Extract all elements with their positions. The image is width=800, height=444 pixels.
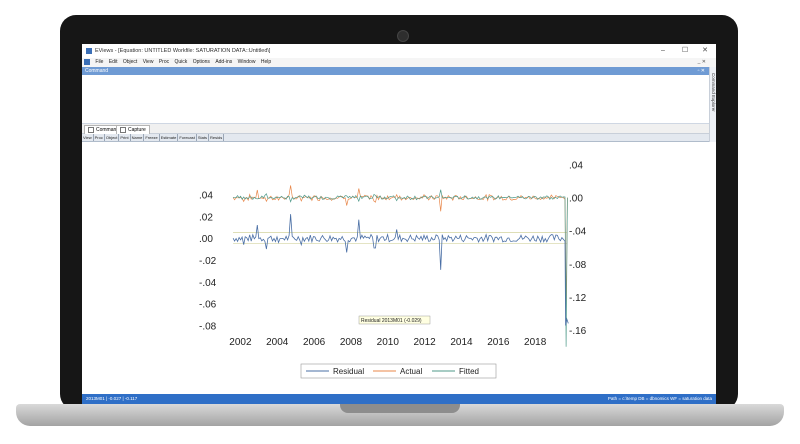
right-axis-tick: -.04 [569,227,587,238]
mdi-window-controls[interactable]: _ ✕ [698,58,706,67]
left-axis-tick: -.08 [199,322,217,333]
menu-object[interactable]: Object [123,58,137,67]
status-bar: 2013M01 | -0.027 | -0.117 Path = c:\temp… [82,394,716,404]
tooltip-text: Residual 2013M01 (-0.029) [361,318,422,324]
left-axis-tick: -.02 [199,256,217,267]
equation-toolbar: View Proc Object Print Name Freeze Estimate For… [82,134,709,142]
laptop-notch [340,404,460,413]
legend-label-fitted: Fitted [459,367,479,376]
x-axis-tick: 2012 [414,337,437,348]
command-explorer-panel[interactable]: Command Explorer [709,67,716,153]
toolbar-stats-button[interactable]: Stats [197,134,210,141]
command-pane-controls[interactable]: ▫ ✕ [698,67,705,75]
command-tab-icon [88,126,94,133]
x-axis-tick: 2004 [266,337,289,348]
minimize-button[interactable]: – [652,44,674,58]
right-axis-tick: -.08 [569,260,587,271]
title-bar: EViews - [Equation: UNTITLED Workfile: S… [82,44,716,58]
toolbar-estimate-button[interactable]: Estimate [160,134,179,141]
menu-file[interactable]: File [95,58,103,67]
webcam [397,30,409,42]
menu-quick[interactable]: Quick [175,58,188,67]
toolbar-print-button[interactable]: Print [119,134,131,141]
eviews-app-icon [86,48,92,54]
menu-options[interactable]: Options [193,58,210,67]
right-axis-tick: .04 [569,160,583,171]
toolbar-object-button[interactable]: Object [105,134,120,141]
left-axis-tick: -.06 [199,300,217,311]
capture-tab-icon [120,126,126,133]
left-axis-tick: -.04 [199,278,217,289]
x-axis-tick: 2018 [524,337,547,348]
tab-capture-label: Capture [128,127,146,133]
menu-proc[interactable]: Proc [159,58,169,67]
legend-label-actual: Actual [400,367,422,376]
maximize-button[interactable]: ☐ [674,44,696,58]
toolbar-forecast-button[interactable]: Forecast [178,134,197,141]
right-axis-tick: -.16 [569,326,587,337]
toolbar-proc-button[interactable]: Proc [94,134,105,141]
toolbar-resids-button[interactable]: Resids [209,134,225,141]
data-tooltip: Residual 2013M01 (-0.029) [358,315,431,325]
chart-legend: Residual Actual Fitted [300,363,497,379]
left-axis-tick: .02 [199,212,213,223]
menu-view[interactable]: View [143,58,154,67]
x-axis-tick: 2008 [340,337,363,348]
left-axis-tick: .04 [199,190,213,201]
toolbar-name-button[interactable]: Name [131,134,145,141]
x-axis-tick: 2016 [487,337,510,348]
status-left: 2013M01 | -0.027 | -0.117 [86,396,138,401]
x-axis-tick: 2006 [303,337,326,348]
right-axis-tick: -.12 [569,293,587,304]
series-residual-line [232,214,569,326]
menu-bar: File Edit Object View Proc Quick Options… [82,58,716,67]
toolbar-view-button[interactable]: View [82,134,94,141]
residual-chart-svg: .04 .00 -.04 -.08 -.12 -.16 .04 .02 .00 -.02 -.04… [199,160,587,379]
close-button[interactable]: ✕ [694,44,716,58]
left-axis-tick: .00 [199,234,213,245]
window-title: EViews - [Equation: UNTITLED Workfile: S… [95,48,271,54]
menu-add-ins[interactable]: Add-ins [215,58,232,67]
legend-label-residual: Residual [333,367,364,376]
command-explorer-label: Command Explorer [711,73,716,112]
menu-edit[interactable]: Edit [109,58,118,67]
x-axis-tick: 2010 [377,337,400,348]
command-pane-title: Command [85,68,109,74]
document-menu-icon[interactable] [84,58,90,65]
eviews-window: EViews - [Equation: UNTITLED Workfile: S… [82,44,716,404]
command-input[interactable] [82,75,709,124]
status-right: Path = c:\temp DB = dbnomics WF = satura… [607,396,712,401]
series-actual-line [232,185,568,314]
right-axis-tick: .00 [569,194,583,205]
toolbar-freeze-button[interactable]: Freeze [144,134,160,141]
menu-window[interactable]: Window [238,58,256,67]
x-axis-tick: 2014 [450,337,473,348]
menu-help[interactable]: Help [261,58,271,67]
command-pane-header: Command ▫ ✕ [82,67,709,75]
x-axis-tick: 2002 [229,337,252,348]
command-tab-bar: Command Capture [82,124,709,135]
residual-graph[interactable]: .04 .00 -.04 -.08 -.12 -.16 .04 .02 .00 -.02 -.04… [82,142,716,392]
